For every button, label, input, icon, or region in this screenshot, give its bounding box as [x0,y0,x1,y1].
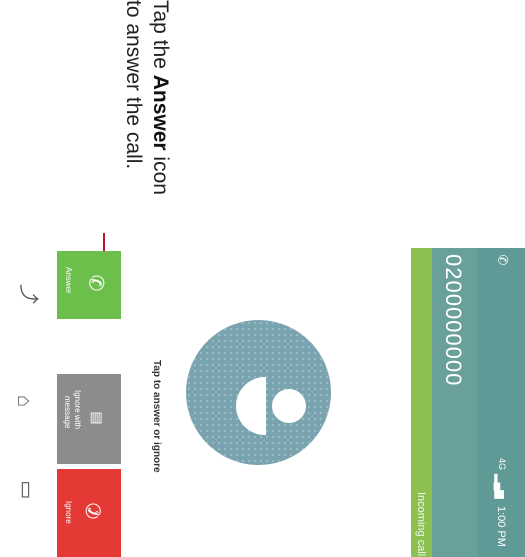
ignore-with-message-label-1: Ignore with [73,390,82,430]
recents-icon[interactable]: ▯ [20,479,31,499]
tap-prompt: Tap to answer or ignore [151,360,162,473]
network-indicator: 4G [497,458,507,471]
back-icon[interactable]: ⤴ [17,284,39,304]
phone-icon: ✆ [495,254,511,266]
home-icon[interactable]: ⌂ [13,395,35,407]
instruction-line-1: Tap the Answer icon [148,0,172,195]
status-time: 1:00 PM [495,506,507,547]
answer-label: Answer [64,267,73,294]
ignore-with-message-label-2: message [63,396,72,429]
incoming-call-label: Incoming call [415,492,427,557]
hang-up-icon: ✆ [83,502,106,520]
answer-button[interactable]: ✆ Answer [57,251,121,319]
signal-icon: ▂▄▆ [494,474,506,499]
ignore-label: Ignore [64,501,73,524]
instruction-text: Tap the Answer icon to answer the call. [59,0,294,195]
incoming-call-strip: Incoming call [411,248,432,557]
ignore-with-message-button[interactable]: ▤ Ignore with message [57,374,121,464]
ignore-button[interactable]: ✆ Ignore [57,469,121,557]
instruction-prefix: Tap the [149,0,172,75]
navigation-bar: ⤴ ⌂ ▯ [0,248,55,557]
avatar-head [272,389,306,423]
phone-icon: ✆ [84,274,107,292]
instruction-suffix: icon [149,150,172,195]
status-bar: ✆ 4G ▂▄▆ 1:00 PM [477,248,525,557]
message-icon: ▤ [89,411,106,425]
call-header: 0200000000 [432,248,477,557]
caller-number: 0200000000 [441,254,466,387]
instruction-answer-word: Answer [149,74,172,151]
instruction-line-2: to answer the call. [122,0,145,170]
